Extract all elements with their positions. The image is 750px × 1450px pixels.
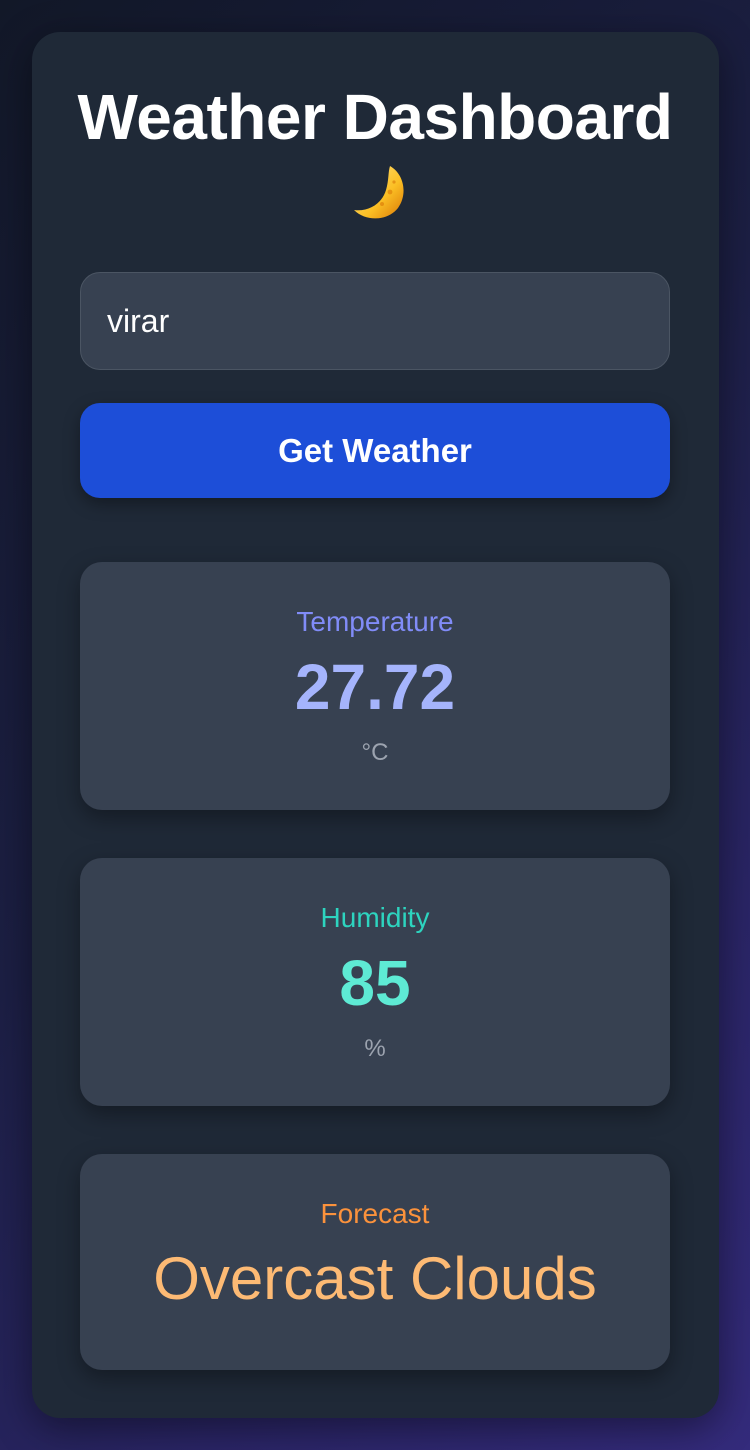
forecast-label: Forecast [320, 1198, 430, 1229]
forecast-card: Forecast Overcast Clouds [80, 1154, 670, 1370]
temperature-label: Temperature [296, 606, 454, 637]
temperature-value: 27.72 [294, 651, 456, 723]
temperature-unit: °C [361, 739, 389, 766]
humidity-value: 85 [339, 947, 411, 1019]
page-title: Weather Dashboard [77, 81, 673, 153]
humidity-label: Humidity [320, 902, 430, 933]
get-weather-button[interactable]: Get Weather [80, 403, 670, 498]
humidity-unit: % [364, 1035, 386, 1062]
crescent-moon-icon [354, 166, 404, 219]
humidity-card: Humidity 85 % [80, 858, 670, 1106]
city-search-input[interactable] [80, 272, 670, 370]
temperature-card: Temperature 27.72 °C [80, 562, 670, 810]
forecast-value: Overcast Clouds [153, 1245, 597, 1312]
